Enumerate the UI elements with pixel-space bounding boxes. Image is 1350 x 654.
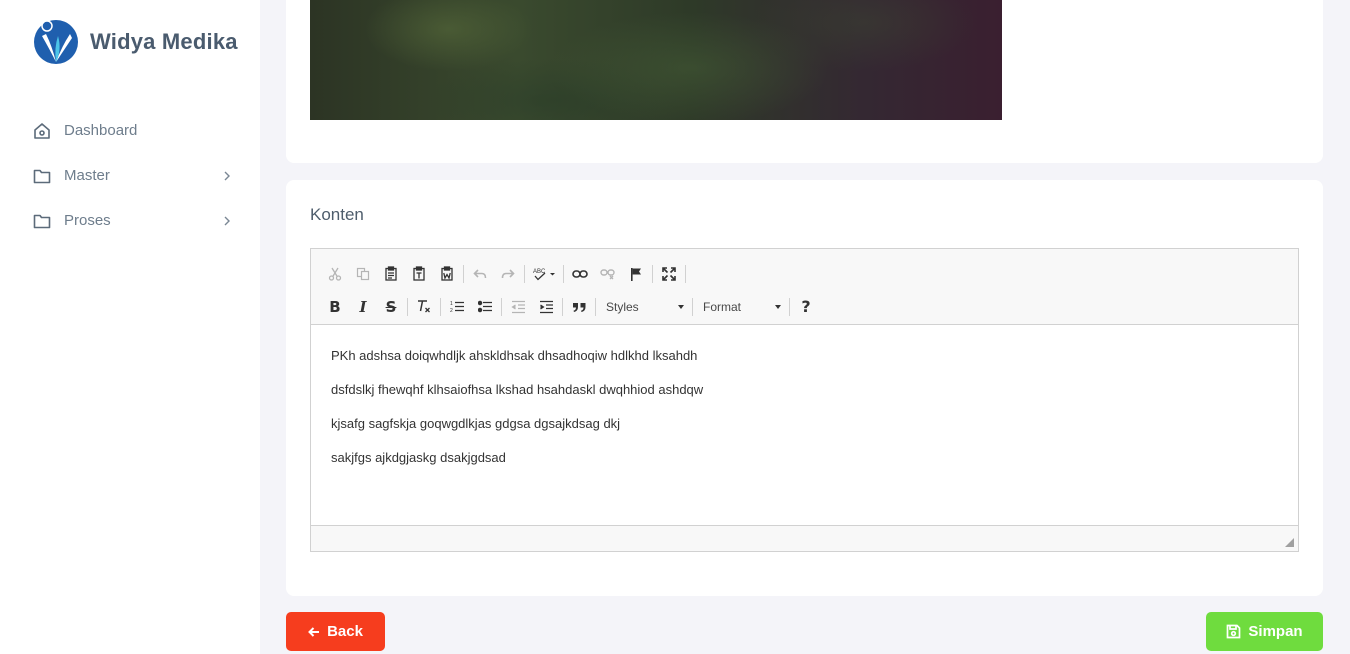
floppy-disk-icon (1227, 624, 1241, 639)
save-button-label: Simpan (1248, 623, 1303, 640)
toolbar-separator (685, 264, 686, 283)
remove-format-icon[interactable] (410, 295, 438, 319)
bold-icon[interactable]: B (321, 295, 349, 319)
arrow-left-icon (308, 626, 320, 637)
toolbar-separator (652, 264, 653, 283)
paste-word-icon[interactable] (433, 262, 461, 286)
folder-icon (33, 212, 51, 230)
toolbar-row-1: ABC (321, 257, 1298, 290)
editor-paragraph: sakjfgs ajkdgjaskg dsakjgdsad (331, 450, 506, 465)
widya-medika-logo-icon (34, 20, 78, 64)
toolbar-separator (440, 297, 441, 316)
editor-paragraph: kjsafg sagfskja goqwgdlkjas gdgsa dgsajk… (331, 416, 621, 431)
editor-paragraph: PKh adshsa doiqwhdljk ahskldhsak dhsadho… (331, 348, 698, 363)
svg-text:1: 1 (450, 301, 453, 307)
cut-icon[interactable] (321, 262, 349, 286)
sidebar-nav: Dashboard Master Proses (0, 108, 260, 243)
paste-icon[interactable] (377, 262, 405, 286)
toolbar-separator (595, 297, 596, 316)
editor-paragraph: dsfdslkj fhewqhf klhsaiofhsa lkshad hsah… (331, 382, 704, 397)
toolbar-separator (524, 264, 525, 283)
anchor-flag-icon[interactable] (622, 262, 650, 286)
sidebar-item-proses[interactable]: Proses (0, 198, 260, 243)
redo-icon[interactable] (494, 262, 522, 286)
editor-statusbar (311, 525, 1298, 551)
toolbar-separator (407, 297, 408, 316)
format-dropdown-label: Format (703, 299, 742, 314)
chevron-down-icon (678, 304, 684, 309)
paste-text-icon[interactable] (405, 262, 433, 286)
styles-dropdown[interactable]: Styles (598, 295, 690, 319)
format-dropdown[interactable]: Format (695, 295, 787, 319)
unlink-icon[interactable] (594, 262, 622, 286)
link-icon[interactable] (566, 262, 594, 286)
spellcheck-icon[interactable]: ABC (527, 262, 561, 286)
resize-handle-icon[interactable] (1285, 538, 1294, 547)
image-card (286, 0, 1323, 163)
sidebar: Widya Medika Dashboard Master Proses (0, 0, 260, 654)
rich-text-editor: ABC B I S 1 2 Styles Format ? PKh adshsa… (310, 248, 1299, 552)
home-icon (33, 122, 51, 140)
save-button[interactable]: Simpan (1206, 612, 1323, 651)
help-icon[interactable]: ? (792, 295, 820, 319)
bulleted-list-icon[interactable] (471, 295, 499, 319)
undo-icon[interactable] (466, 262, 494, 286)
sidebar-item-dashboard[interactable]: Dashboard (0, 108, 260, 153)
sidebar-item-master[interactable]: Master (0, 153, 260, 198)
back-button[interactable]: Back (286, 612, 385, 651)
maximize-icon[interactable] (655, 262, 683, 286)
numbered-list-icon[interactable]: 12 (443, 295, 471, 319)
chevron-right-icon (224, 216, 230, 225)
sidebar-item-label: Master (64, 167, 110, 184)
toolbar-separator (789, 297, 790, 316)
preview-image (310, 0, 1002, 120)
back-button-label: Back (327, 623, 363, 640)
toolbar-separator (563, 264, 564, 283)
italic-icon[interactable]: I (349, 295, 377, 319)
sidebar-item-label: Proses (64, 212, 111, 229)
toolbar-separator (501, 297, 502, 316)
copy-icon[interactable] (349, 262, 377, 286)
svg-text:2: 2 (450, 308, 453, 314)
konten-card: Konten ABC B I S 1 2 Styles Format ? PKh… (286, 180, 1323, 596)
brand-name: Widya Medika (90, 29, 238, 54)
toolbar-separator (463, 264, 464, 283)
toolbar-row-2: B I S 12 Styles Format ? (321, 290, 1298, 323)
toolbar-separator (562, 297, 563, 316)
indent-icon[interactable] (532, 295, 560, 319)
section-title: Konten (310, 205, 364, 224)
blockquote-icon[interactable] (565, 295, 593, 319)
sidebar-item-label: Dashboard (64, 122, 138, 139)
styles-dropdown-label: Styles (606, 299, 639, 314)
editor-toolbar: ABC B I S 1 2 Styles Format ? (311, 249, 1298, 325)
strikethrough-icon[interactable]: S (377, 295, 405, 319)
chevron-right-icon (224, 171, 230, 180)
outdent-icon[interactable] (504, 295, 532, 319)
chevron-down-icon (775, 304, 781, 309)
folder-icon (33, 167, 51, 185)
toolbar-separator (692, 297, 693, 316)
editor-content-area[interactable]: PKh adshsa doiqwhdljk ahskldhsak dhsadho… (311, 325, 1298, 525)
logo[interactable]: Widya Medika (32, 16, 238, 68)
